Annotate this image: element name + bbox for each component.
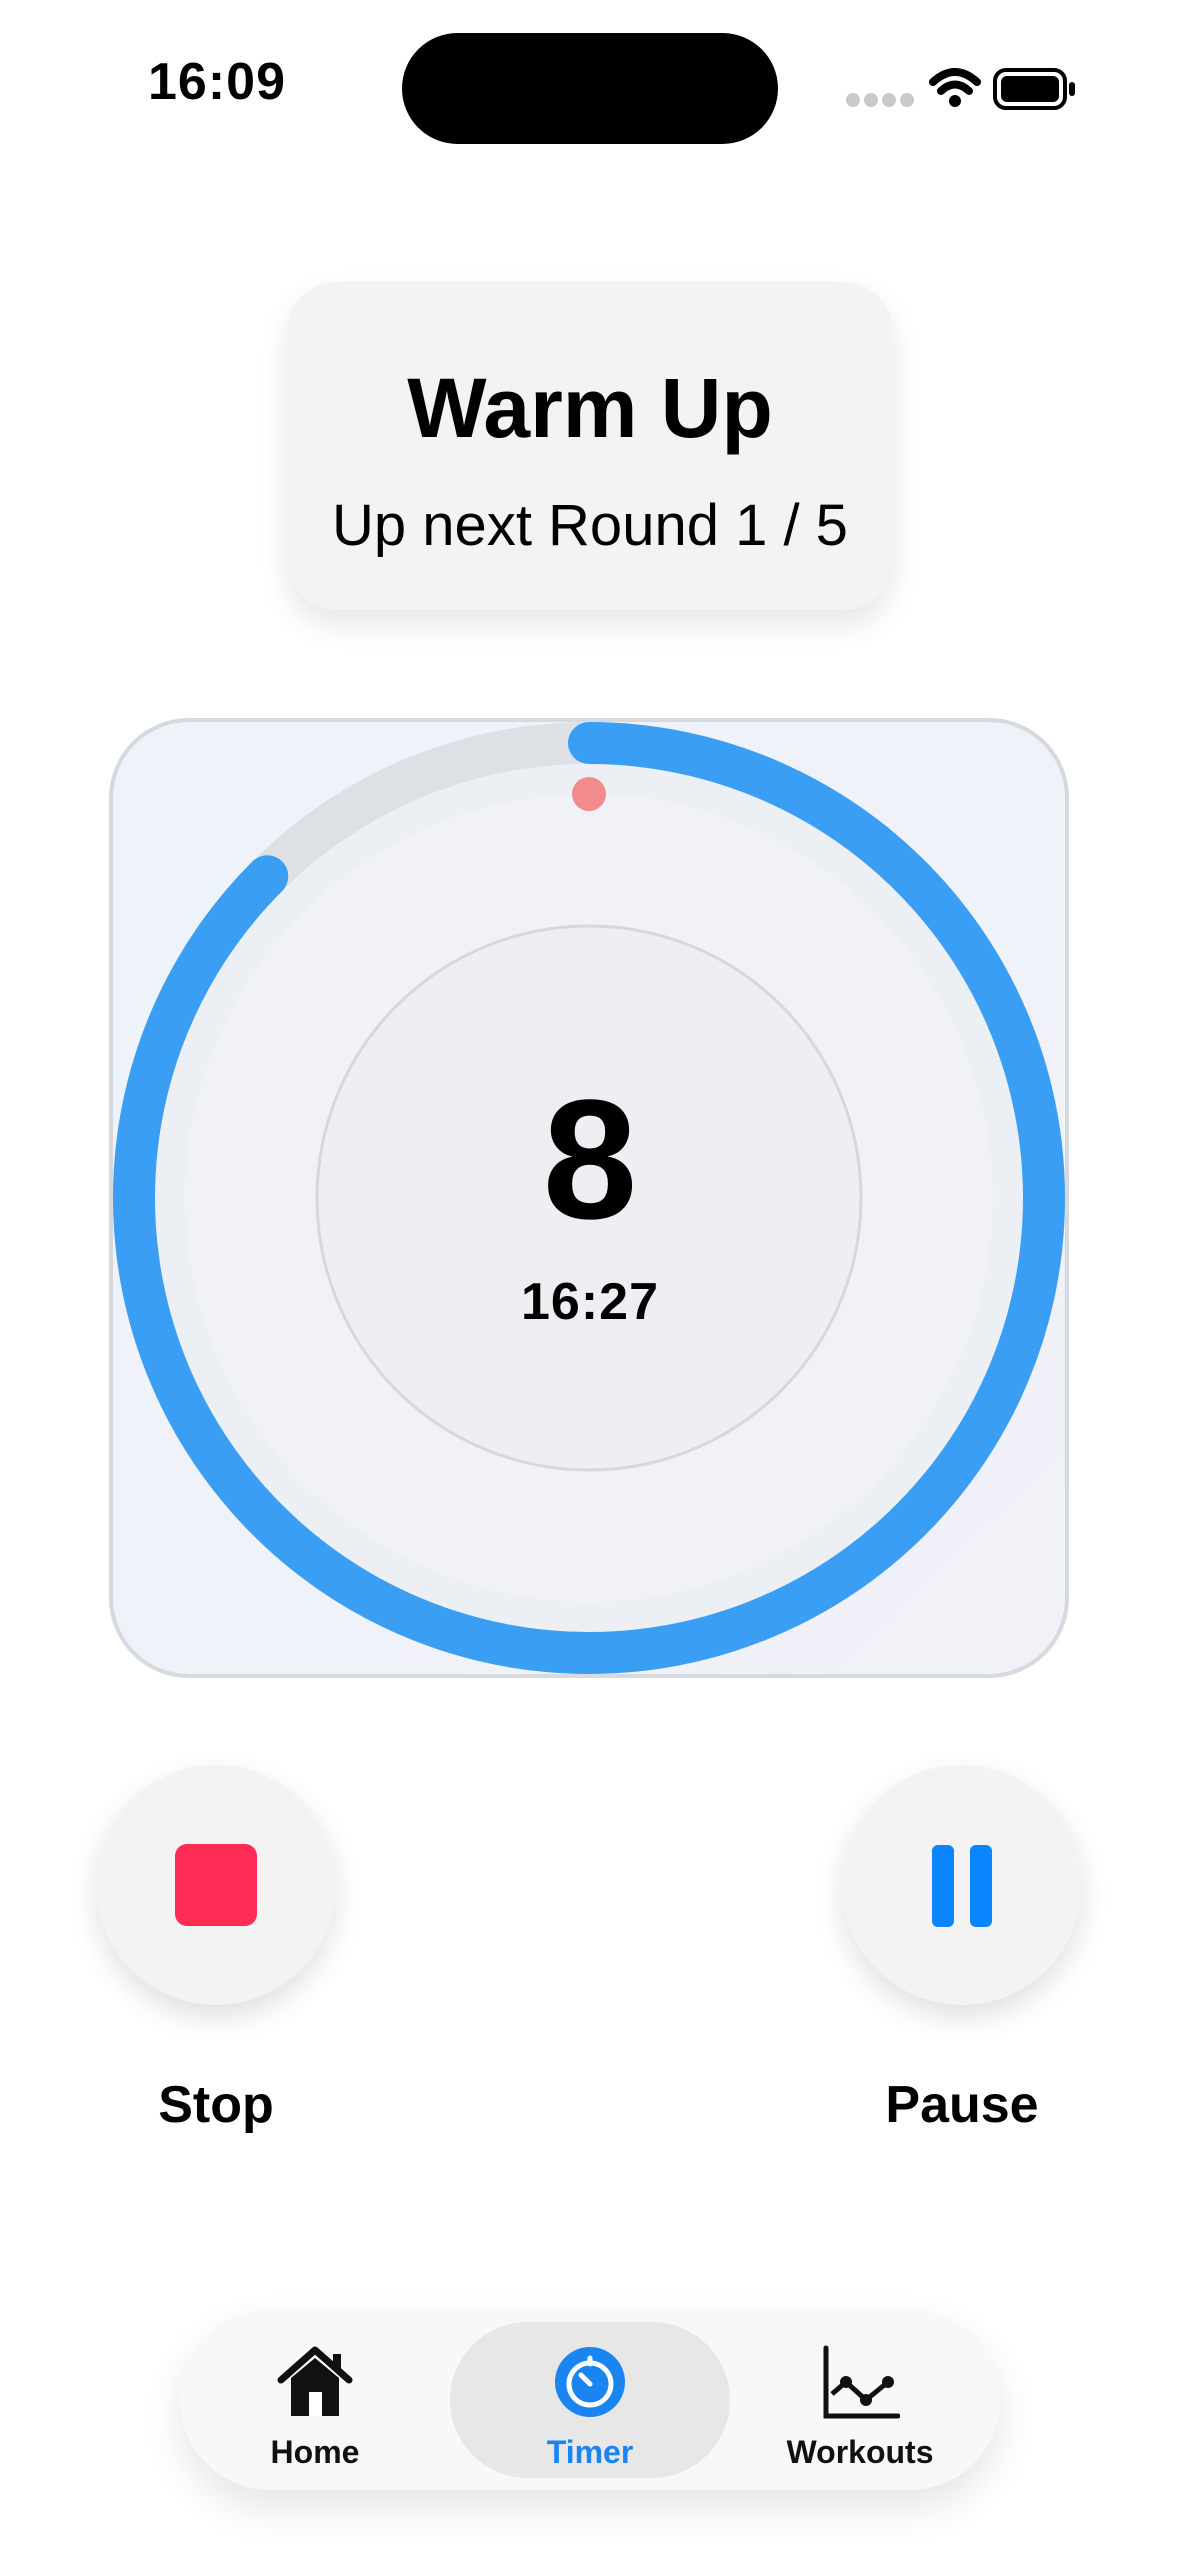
tab-timer-label: Timer xyxy=(546,2434,634,2470)
timer-screen: 16:09 Warm Up Up next Round 1 / 5 8 16:2… xyxy=(0,0,1179,2556)
stop-button[interactable] xyxy=(96,1765,336,2005)
status-icons xyxy=(846,68,1075,110)
wifi-icon xyxy=(929,68,981,107)
dynamic-island xyxy=(402,33,778,144)
battery-icon xyxy=(993,68,1075,110)
tab-workouts[interactable]: Workouts xyxy=(740,2322,980,2478)
timer-icon xyxy=(555,2347,625,2417)
elapsed-time: 16:27 xyxy=(521,1273,659,1331)
progress-marker xyxy=(572,777,606,811)
interval-title-card: Warm Up Up next Round 1 / 5 xyxy=(288,282,892,610)
chart-line-icon xyxy=(823,2345,900,2419)
tab-workouts-label: Workouts xyxy=(786,2434,934,2470)
rep-count: 8 xyxy=(542,1065,638,1255)
pause-label: Pause xyxy=(885,2076,1039,2134)
cellular-signal-icon xyxy=(846,93,914,107)
tab-bar: Home Timer Workouts xyxy=(180,2310,1000,2490)
stop-icon xyxy=(175,1844,257,1926)
status-time: 16:09 xyxy=(148,53,286,111)
house-icon xyxy=(277,2346,353,2416)
interval-title: Warm Up xyxy=(407,361,773,455)
stop-label: Stop xyxy=(158,2076,274,2134)
pause-button[interactable] xyxy=(842,1765,1082,2005)
tab-home-label: Home xyxy=(270,2434,360,2470)
tab-timer[interactable]: Timer xyxy=(450,2322,730,2478)
up-next-label: Up next Round 1 / 5 xyxy=(332,493,848,558)
tab-home[interactable]: Home xyxy=(220,2322,410,2478)
